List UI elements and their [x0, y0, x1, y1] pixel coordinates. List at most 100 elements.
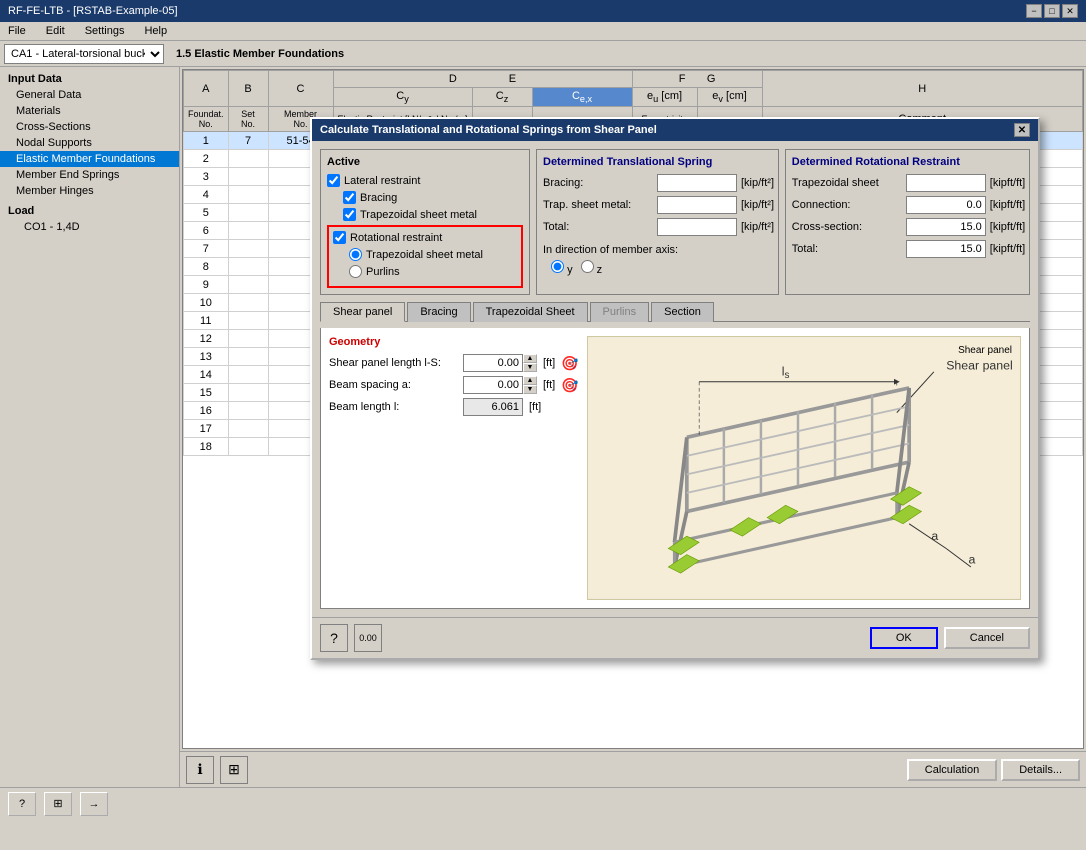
bracing-field-row: Bracing: [kip/ft²]	[543, 174, 772, 192]
analysis-case-dropdown[interactable]: CA1 - Lateral-torsional buckling	[4, 44, 164, 64]
trap-sheet-row: Trap. sheet metal: [kip/ft²]	[543, 196, 772, 214]
rotational-panel-title: Determined Rotational Restraint	[792, 156, 1023, 168]
dialog-box: Calculate Translational and Rotational S…	[310, 117, 1040, 660]
dialog-footer-left: ? 0.00	[320, 624, 382, 652]
dialog-footer: ? 0.00 OK Cancel	[312, 617, 1038, 658]
footer-icon2-button[interactable]: ⊞	[44, 792, 72, 816]
beam-spacing-label: Beam spacing a:	[329, 379, 459, 391]
beam-spacing-input[interactable]	[463, 376, 523, 394]
sidebar-item-elastic-member-foundations[interactable]: Elastic Member Foundations	[0, 151, 179, 167]
footer-help-button[interactable]: ?	[8, 792, 36, 816]
rotational-restraint-label: Rotational restraint	[350, 232, 442, 244]
total-rot-row: Total: [kipft/ft]	[792, 240, 1023, 258]
rotational-restraint-checkbox[interactable]	[333, 231, 346, 244]
trapezoidal-radio[interactable]	[349, 248, 362, 261]
trapezoidal-checkbox[interactable]	[343, 208, 356, 221]
col-subheader-ce: Ce,x	[532, 88, 632, 107]
shear-panel-length-unit: [ft]	[543, 357, 555, 369]
total-trans-label: Total:	[543, 221, 653, 233]
main-area: A B C D E F G H Cy Cz Ce,x eu [cm] e	[180, 67, 1086, 787]
lateral-restraint-row: Lateral restraint	[327, 174, 523, 187]
total-trans-input[interactable]	[657, 218, 737, 236]
trap-sheet-rot-input[interactable]	[906, 174, 986, 192]
bracing-label: Bracing	[360, 192, 397, 204]
structure-svg: Shear panel	[588, 337, 1020, 599]
menu-edit[interactable]: Edit	[42, 24, 69, 38]
menu-file[interactable]: File	[4, 24, 30, 38]
shear-panel-length-up[interactable]: ▲	[523, 354, 537, 363]
lateral-restraint-checkbox[interactable]	[327, 174, 340, 187]
rotational-section: Rotational restraint Trapezoidal sheet m…	[327, 225, 523, 288]
col-header-DE: D E	[333, 71, 632, 88]
rotational-restraint-panel: Determined Rotational Restraint Trapezoi…	[785, 149, 1030, 295]
menu-bar: File Edit Settings Help	[0, 22, 1086, 41]
trap-sheet-unit: [kip/ft²]	[741, 199, 774, 211]
calculation-button[interactable]: Calculation	[907, 759, 997, 781]
dialog-close-button[interactable]: ✕	[1014, 123, 1030, 137]
z-radio-row: z	[581, 260, 603, 276]
info-button[interactable]: ℹ	[186, 756, 214, 784]
y-axis-label: y	[567, 264, 573, 276]
bracing-field-input[interactable]	[657, 174, 737, 192]
maximize-button[interactable]: □	[1044, 4, 1060, 18]
footer-icon3-button[interactable]: →	[80, 792, 108, 816]
trap-sheet-input[interactable]	[657, 196, 737, 214]
svg-text:Shear panel: Shear panel	[946, 358, 1013, 372]
menu-help[interactable]: Help	[140, 24, 171, 38]
cross-section-rot-input[interactable]	[906, 218, 986, 236]
beam-spacing-pick[interactable]: 🎯	[561, 377, 578, 394]
sidebar-section-load: Load	[0, 203, 179, 219]
sidebar-item-member-hinges[interactable]: Member Hinges	[0, 183, 179, 199]
dialog-cancel-button[interactable]: Cancel	[944, 627, 1030, 649]
trap-radio-label: Trapezoidal sheet metal	[366, 249, 483, 261]
sidebar-item-co1[interactable]: CO1 - 1,4D	[0, 219, 179, 235]
main-bottom-toolbar: ℹ ⊞ Calculation Details...	[180, 751, 1086, 787]
tab-shear-panel[interactable]: Shear panel	[320, 302, 405, 322]
details-button[interactable]: Details...	[1001, 759, 1080, 781]
lateral-restraint-label: Lateral restraint	[344, 175, 420, 187]
sidebar-item-member-end-springs[interactable]: Member End Springs	[0, 167, 179, 183]
sidebar-item-nodal-supports[interactable]: Nodal Supports	[0, 135, 179, 151]
table-button[interactable]: ⊞	[220, 756, 248, 784]
beam-length-unit: [ft]	[529, 401, 541, 413]
tab-purlins[interactable]: Purlins	[590, 302, 650, 322]
tab-trapezoidal-sheet[interactable]: Trapezoidal Sheet	[473, 302, 588, 322]
shear-panel-length-input[interactable]	[463, 354, 523, 372]
tab-bracing[interactable]: Bracing	[407, 302, 470, 322]
dialog-ok-button[interactable]: OK	[870, 627, 938, 649]
sidebar-item-general-data[interactable]: General Data	[0, 87, 179, 103]
bracing-checkbox[interactable]	[343, 191, 356, 204]
beam-spacing-down[interactable]: ▼	[523, 385, 537, 394]
dialog-help-button[interactable]: ?	[320, 624, 348, 652]
trapezoidal-row: Trapezoidal sheet metal	[327, 208, 523, 221]
sidebar-section-input: Input Data	[0, 71, 179, 87]
trap-sheet-rot-row: Trapezoidal sheet [kipft/ft]	[792, 174, 1023, 192]
col-subheader-eu: eu [cm]	[632, 88, 697, 107]
shear-panel-length-down[interactable]: ▼	[523, 363, 537, 372]
dialog-zero-button[interactable]: 0.00	[354, 624, 382, 652]
beam-spacing-up[interactable]: ▲	[523, 376, 537, 385]
tab-row: Shear panel Bracing Trapezoidal Sheet Pu…	[320, 301, 1030, 322]
tab-section[interactable]: Section	[651, 302, 714, 322]
close-window-button[interactable]: ✕	[1062, 4, 1078, 18]
purlins-radio-label: Purlins	[366, 266, 400, 278]
total-trans-row: Total: [kip/ft²]	[543, 218, 772, 236]
minimize-button[interactable]: −	[1026, 4, 1042, 18]
col-subheader-ev: ev [cm]	[697, 88, 762, 107]
bracing-unit: [kip/ft²]	[741, 177, 774, 189]
sidebar: Input Data General Data Materials Cross-…	[0, 67, 180, 787]
shear-panel-length-label: Shear panel length l-S:	[329, 357, 459, 369]
direction-section: In direction of member axis: y z	[543, 244, 772, 276]
y-axis-radio[interactable]	[551, 260, 564, 273]
sidebar-item-cross-sections[interactable]: Cross-Sections	[0, 119, 179, 135]
total-rot-input[interactable]	[906, 240, 986, 258]
sidebar-item-materials[interactable]: Materials	[0, 103, 179, 119]
purlins-radio[interactable]	[349, 265, 362, 278]
col-subheader-cy: Cy	[333, 88, 472, 107]
menu-settings[interactable]: Settings	[81, 24, 129, 38]
active-panel: Active Lateral restraint Bracing	[320, 149, 530, 295]
connection-rot-input[interactable]	[906, 196, 986, 214]
shear-panel-length-pick[interactable]: 🎯	[561, 355, 578, 372]
z-axis-radio[interactable]	[581, 260, 594, 273]
col-header-A: A	[184, 71, 229, 107]
